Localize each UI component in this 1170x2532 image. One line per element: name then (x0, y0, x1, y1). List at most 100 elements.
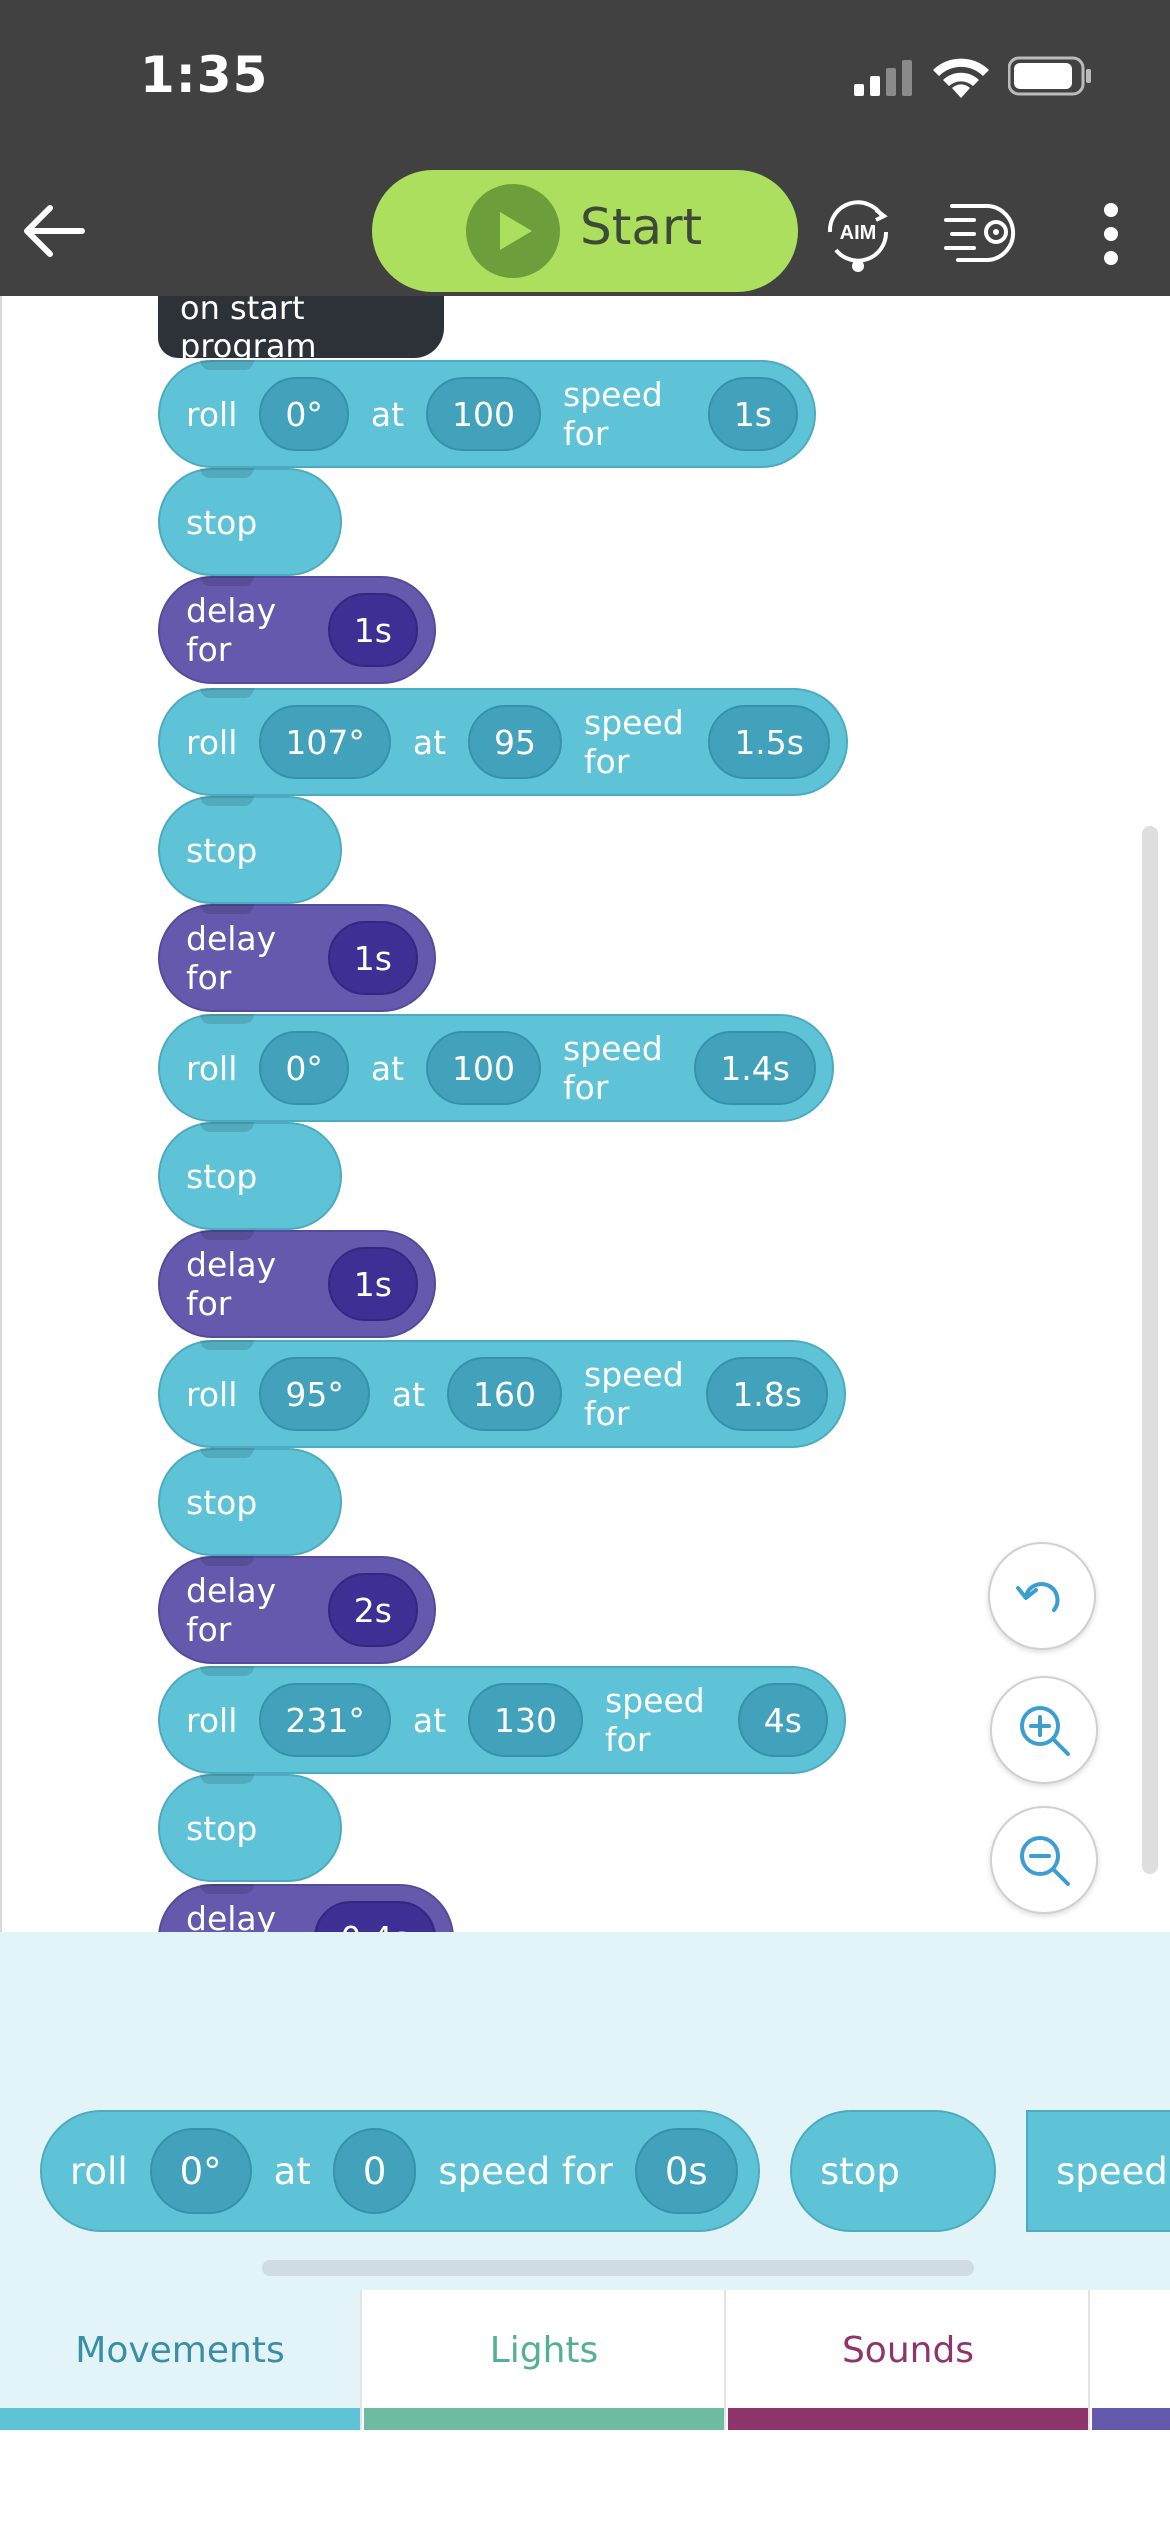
heading-value[interactable]: 95° (259, 1357, 370, 1431)
delay-value[interactable]: 1s (327, 593, 418, 667)
category-tabs: Movements Lights Sounds (0, 2290, 1170, 2430)
speed-label: speed (1056, 2149, 1168, 2193)
stop-block[interactable]: stop (158, 468, 342, 576)
cellular-signal-icon (854, 60, 912, 96)
stop-block[interactable]: stop (158, 1774, 342, 1882)
aim-text: AIM (840, 222, 877, 244)
speed-value[interactable]: 160 (447, 1357, 563, 1431)
bottom-safe-area (0, 2430, 1170, 2532)
speed-value[interactable]: 0 (332, 2128, 417, 2214)
roll-block[interactable]: roll 95° at 160 speed for 1.8s (158, 1340, 846, 1448)
block-palette[interactable]: roll 0° at 0 speed for 0s stop speed (0, 1932, 1170, 2290)
undo-button[interactable] (988, 1542, 1096, 1650)
speed-for-label: speed for (563, 375, 663, 453)
app-header: 1:35 Start AIM (0, 0, 1170, 296)
heading-value[interactable]: 107° (259, 705, 391, 779)
more-options-icon[interactable] (1098, 202, 1124, 266)
aim-icon[interactable]: AIM (818, 192, 898, 272)
stop-label: stop (186, 502, 258, 542)
speed-value[interactable]: 95 (468, 705, 563, 779)
roll-block[interactable]: roll 231° at 130 speed for 4s (158, 1666, 846, 1774)
tab-movements[interactable]: Movements (0, 2290, 362, 2430)
delay-block[interactable]: delay for 1s (158, 576, 436, 684)
tab-more[interactable] (1092, 2290, 1170, 2430)
speed-value[interactable]: 100 (426, 377, 542, 451)
program-canvas[interactable]: on start program roll 0° at 100 speed fo… (0, 296, 1170, 1932)
start-button[interactable]: Start (372, 170, 798, 292)
stop-label: stop (820, 2149, 900, 2193)
roll-block[interactable]: roll 0° at 100 speed for 1s (158, 360, 816, 468)
undo-icon (1016, 1582, 1060, 1612)
delay-value[interactable]: 0.4s (314, 1901, 436, 1932)
zoom-out-button[interactable] (990, 1806, 1098, 1914)
delay-label: delay for (186, 1571, 277, 1649)
wifi-icon (933, 58, 989, 98)
stop-block[interactable]: stop (158, 796, 342, 904)
delay-block[interactable]: delay for 0.4s (158, 1884, 454, 1932)
roll-label: roll (186, 1048, 238, 1088)
speed-value[interactable]: 130 (468, 1683, 584, 1757)
palette-speed-block[interactable]: speed (1026, 2110, 1170, 2232)
duration-value[interactable]: 1.4s (694, 1031, 816, 1105)
delay-label: delay for (186, 1245, 277, 1323)
speed-for-label: speed for (563, 1029, 663, 1107)
delay-label: delay for (186, 591, 277, 669)
heading-value[interactable]: 231° (259, 1683, 391, 1757)
stop-block[interactable]: stop (158, 1448, 342, 1556)
at-label: at (370, 1048, 405, 1088)
stop-label: stop (186, 1482, 258, 1522)
roll-block[interactable]: roll 0° at 100 speed for 1.4s (158, 1014, 834, 1122)
palette-scrollbar[interactable] (262, 2260, 974, 2276)
duration-value[interactable]: 1s (707, 377, 798, 451)
roll-label: roll (186, 1374, 238, 1414)
heading-value[interactable]: 0° (259, 1031, 349, 1105)
stop-label: stop (186, 1156, 258, 1196)
battery-icon (1008, 56, 1091, 96)
delay-block[interactable]: delay for 1s (158, 1230, 436, 1338)
zoom-out-icon (1020, 1836, 1070, 1886)
roll-label: roll (186, 394, 238, 434)
heading-value[interactable]: 0° (149, 2128, 252, 2214)
zoom-in-icon (1020, 1706, 1070, 1756)
delay-label: delay for (186, 1899, 277, 1932)
start-label: Start (580, 198, 703, 256)
duration-value[interactable]: 0s (634, 2128, 738, 2214)
speed-for-label: speed for (438, 2149, 613, 2193)
delay-value[interactable]: 1s (327, 1247, 418, 1321)
palette-stop-block[interactable]: stop (790, 2110, 996, 2232)
speed-for-label: speed for (605, 1681, 705, 1759)
at-label: at (412, 1700, 447, 1740)
zoom-in-button[interactable] (990, 1676, 1098, 1784)
play-icon (466, 184, 560, 278)
delay-value[interactable]: 2s (327, 1573, 418, 1647)
on-start-program-block[interactable]: on start program (158, 296, 444, 365)
palette-roll-block[interactable]: roll 0° at 0 speed for 0s (40, 2110, 760, 2232)
speed-for-label: speed for (584, 703, 684, 781)
back-arrow-icon[interactable] (18, 196, 88, 266)
delay-value[interactable]: 1s (327, 921, 418, 995)
tab-lights[interactable]: Lights (364, 2290, 726, 2430)
stop-label: stop (186, 1808, 258, 1848)
delay-block[interactable]: delay for 2s (158, 1556, 436, 1664)
duration-value[interactable]: 1.5s (708, 705, 830, 779)
delay-block[interactable]: delay for 1s (158, 904, 436, 1012)
speed-value[interactable]: 100 (426, 1031, 542, 1105)
roll-label: roll (70, 2149, 128, 2193)
stop-label: stop (186, 830, 258, 870)
roll-block[interactable]: roll 107° at 95 speed for 1.5s (158, 688, 848, 796)
roll-label: roll (186, 722, 238, 762)
program-settings-icon[interactable] (944, 200, 1022, 262)
duration-value[interactable]: 1.8s (706, 1357, 828, 1431)
delay-label: delay for (186, 919, 277, 997)
canvas-scrollbar[interactable] (1142, 826, 1158, 1874)
status-time: 1:35 (140, 46, 269, 104)
speed-for-label: speed for (584, 1355, 684, 1433)
at-label: at (412, 722, 447, 762)
at-label: at (370, 394, 405, 434)
tab-sounds[interactable]: Sounds (728, 2290, 1090, 2430)
at-label: at (391, 1374, 426, 1414)
stop-block[interactable]: stop (158, 1122, 342, 1230)
duration-value[interactable]: 4s (737, 1683, 828, 1757)
roll-label: roll (186, 1700, 238, 1740)
heading-value[interactable]: 0° (259, 377, 349, 451)
